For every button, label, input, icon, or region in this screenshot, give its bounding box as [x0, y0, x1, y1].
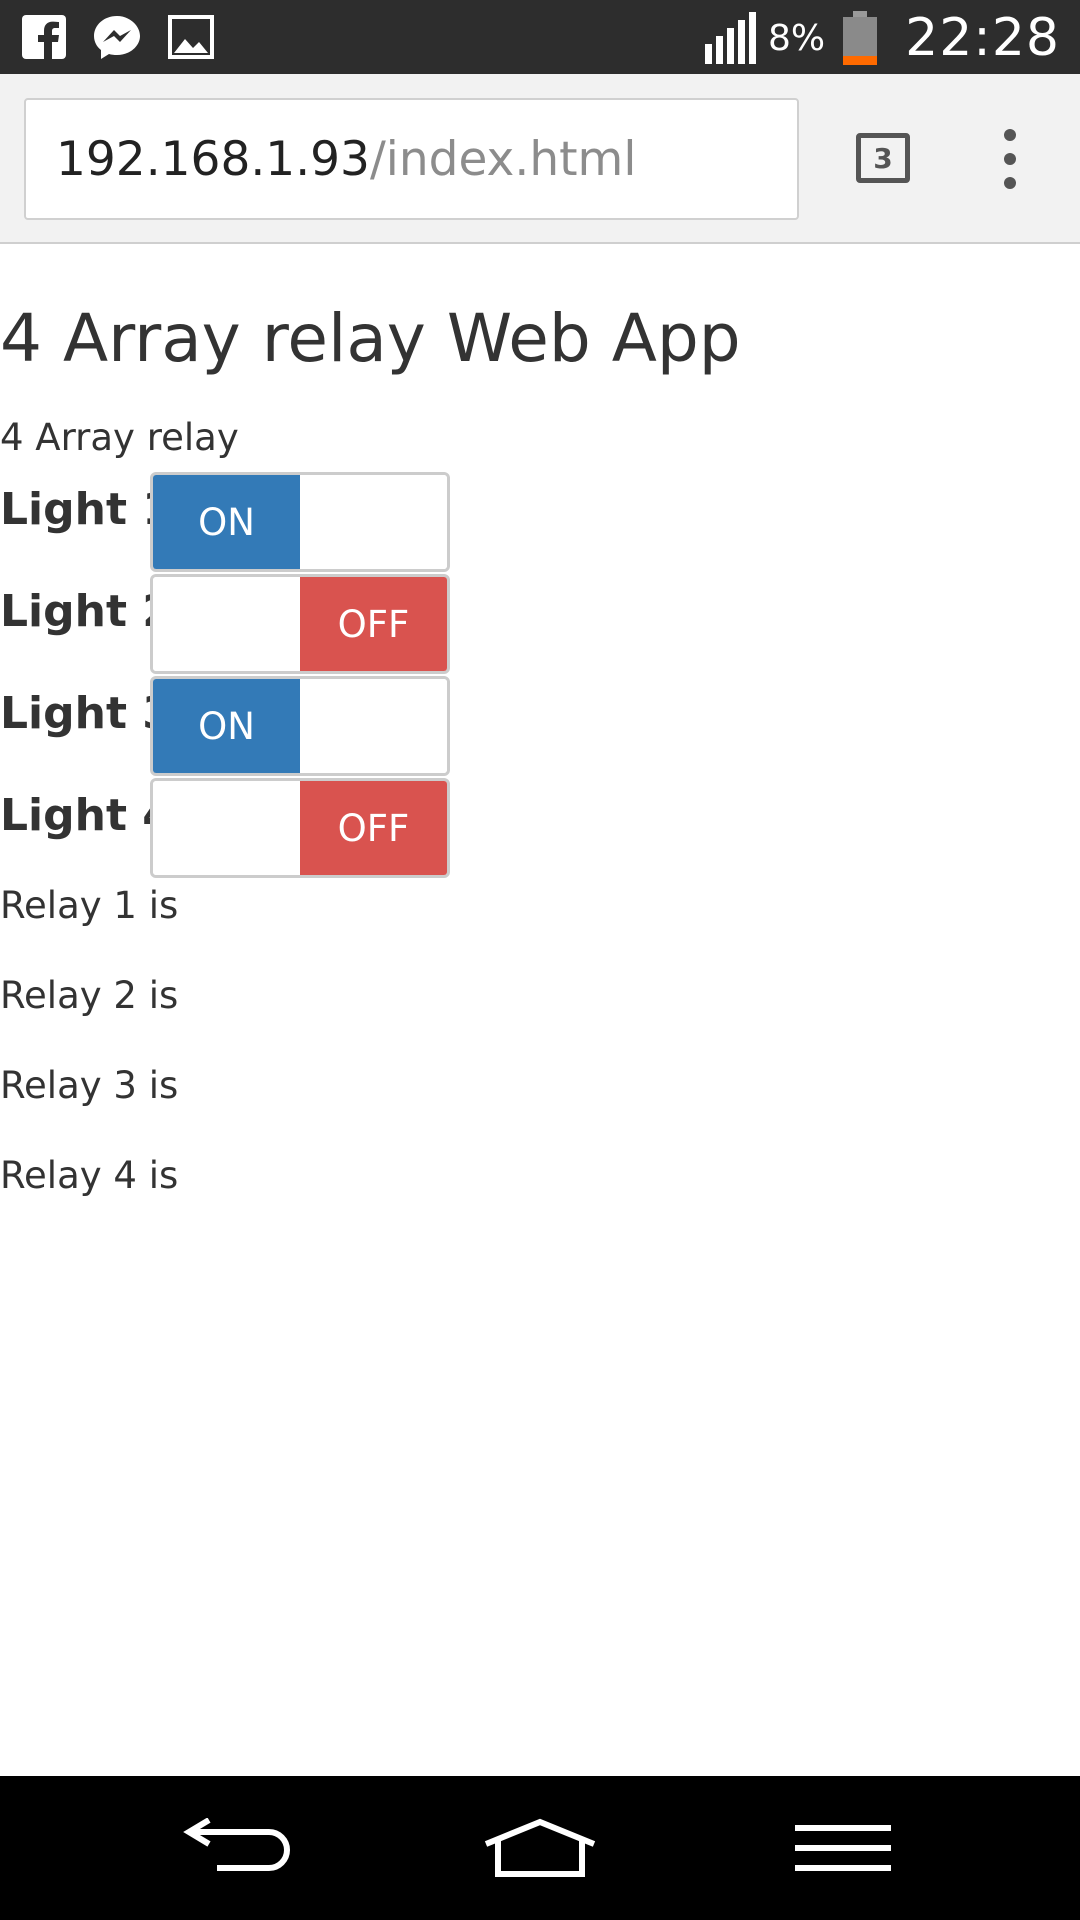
navigation-bar	[0, 1776, 1080, 1920]
address-bar[interactable]: 192.168.1.93/index.html	[24, 98, 799, 220]
light-label: Light 4	[0, 790, 173, 841]
light-row-2: Light 2 OFF	[0, 574, 460, 674]
facebook-icon	[22, 15, 66, 59]
toggle-on-state: ON	[153, 475, 300, 569]
overflow-menu-icon[interactable]	[998, 129, 1022, 189]
light-row-4: Light 4 OFF	[0, 778, 460, 878]
toggle-off-state: OFF	[300, 781, 447, 875]
gallery-icon	[168, 15, 214, 59]
signal-icon	[705, 12, 757, 64]
light-3-toggle[interactable]: ON	[150, 676, 450, 776]
menu-button[interactable]	[773, 1806, 913, 1890]
light-label: Light 1	[0, 484, 173, 535]
notification-icons	[22, 14, 214, 60]
light-row-3: Light 3 ON	[0, 676, 460, 776]
browser-toolbar: 192.168.1.93/index.html 3	[0, 74, 1080, 244]
status-indicators: 8% 22:28	[705, 8, 1060, 68]
menu-icon	[795, 1825, 891, 1871]
relay-status-3: Relay 3 is	[0, 1064, 179, 1107]
status-bar: 8% 22:28	[0, 0, 1080, 74]
messenger-icon	[92, 14, 142, 60]
relay-status-4: Relay 4 is	[0, 1154, 179, 1197]
relay-status-1: Relay 1 is	[0, 884, 179, 927]
toggle-off-state: OFF	[300, 577, 447, 671]
tab-count: 3	[873, 141, 893, 175]
battery-percent: 8%	[768, 17, 826, 59]
url-path: /index.html	[369, 131, 637, 187]
battery-icon	[843, 11, 878, 65]
url-host: 192.168.1.93	[56, 131, 370, 187]
clock: 22:28	[905, 8, 1060, 68]
toggle-on-state: ON	[153, 679, 300, 773]
back-arrow-icon	[183, 1818, 290, 1871]
page-title: 4 Array relay Web App	[0, 300, 741, 377]
light-2-toggle[interactable]: OFF	[150, 574, 450, 674]
home-button[interactable]	[470, 1806, 610, 1890]
tab-switcher-button[interactable]: 3	[856, 133, 910, 183]
light-label: Light 2	[0, 586, 173, 637]
light-label: Light 3	[0, 688, 173, 739]
back-button[interactable]	[168, 1806, 308, 1890]
light-row-1: Light 1 ON	[0, 472, 460, 572]
page-subtitle: 4 Array relay	[0, 416, 239, 459]
light-1-toggle[interactable]: ON	[150, 472, 450, 572]
relay-status-2: Relay 2 is	[0, 974, 179, 1017]
home-icon	[484, 1818, 596, 1877]
light-4-toggle[interactable]: OFF	[150, 778, 450, 878]
